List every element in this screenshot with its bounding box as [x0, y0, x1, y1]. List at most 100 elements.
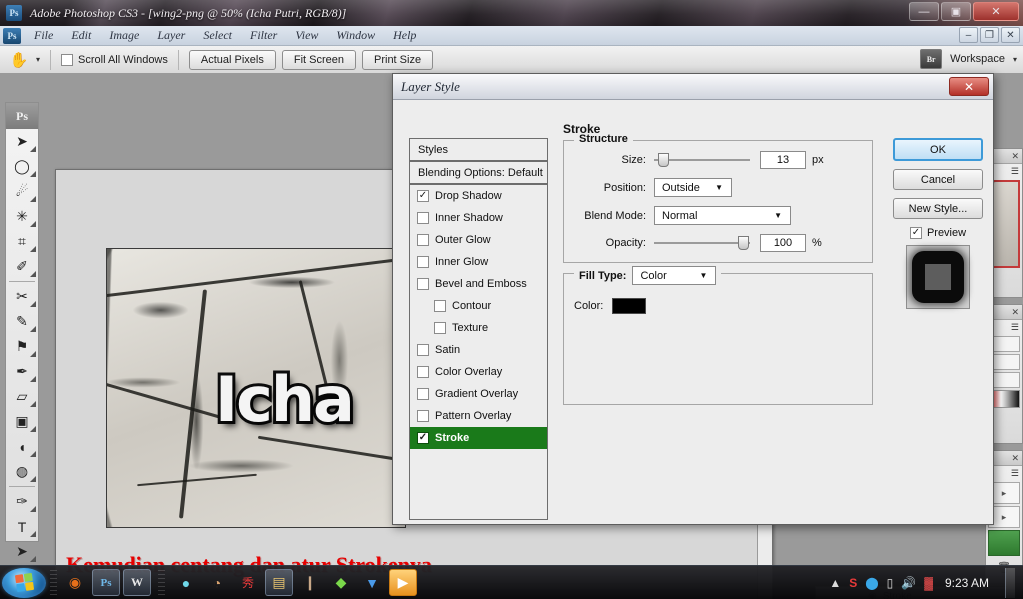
- style-item-satin[interactable]: Satin: [410, 339, 547, 361]
- chevron-down-icon[interactable]: ▼: [774, 211, 782, 220]
- print-size-button[interactable]: Print Size: [362, 49, 434, 70]
- texture-checkbox[interactable]: [434, 321, 446, 334]
- marquee-tool-icon[interactable]: ◯: [6, 154, 38, 179]
- color-overlay-checkbox[interactable]: [417, 365, 429, 378]
- show-hidden-icons-button[interactable]: ▲: [829, 576, 841, 590]
- actual-pixels-button[interactable]: Actual Pixels: [188, 49, 276, 70]
- document-minimize-button[interactable]: –: [959, 27, 978, 43]
- opacity-slider-thumb[interactable]: [738, 236, 749, 250]
- inner-glow-checkbox[interactable]: [417, 255, 429, 268]
- opacity-input[interactable]: 100: [760, 234, 806, 252]
- minimize-button[interactable]: —: [909, 2, 939, 21]
- workspace-label[interactable]: Workspace: [950, 53, 1005, 65]
- messenger-taskbar-icon[interactable]: ◆: [327, 569, 355, 596]
- close-button[interactable]: ✕: [973, 2, 1019, 21]
- menu-item-window[interactable]: Window: [327, 26, 384, 45]
- fit-screen-button[interactable]: Fit Screen: [281, 49, 356, 70]
- layer-selected-thumbnail[interactable]: [988, 530, 1020, 556]
- magic-wand-tool-icon[interactable]: ✳: [6, 204, 38, 229]
- move-tool-icon[interactable]: ➤: [6, 129, 38, 154]
- photoshop-taskbar-icon[interactable]: Ps: [92, 569, 120, 596]
- inner-shadow-checkbox[interactable]: [417, 211, 429, 224]
- document-close-button[interactable]: ✕: [1001, 27, 1020, 43]
- lasso-tool-icon[interactable]: ☄: [6, 179, 38, 204]
- menu-item-image[interactable]: Image: [100, 26, 148, 45]
- crop-tool-icon[interactable]: ⌗: [6, 229, 38, 254]
- outer-glow-checkbox[interactable]: [417, 233, 429, 246]
- dialog-close-button[interactable]: ✕: [949, 77, 989, 96]
- fill-type-select[interactable]: Color ▼: [632, 266, 717, 285]
- new-style-button[interactable]: New Style...: [893, 198, 983, 219]
- position-select[interactable]: Outside ▼: [654, 178, 732, 197]
- cancel-button[interactable]: Cancel: [893, 169, 983, 190]
- xiu-taskbar-icon[interactable]: 秀: [234, 569, 262, 596]
- opacity-slider[interactable]: [654, 236, 750, 250]
- slice-tool-icon[interactable]: ✐: [6, 254, 38, 279]
- gradient-overlay-checkbox[interactable]: [417, 387, 429, 400]
- menu-item-view[interactable]: View: [286, 26, 327, 45]
- shield-taskbar-icon[interactable]: ▼: [358, 569, 386, 596]
- image-canvas[interactable]: Icha: [106, 248, 406, 528]
- document-restore-button[interactable]: ❐: [980, 27, 999, 43]
- brush-tool-icon[interactable]: ✎: [6, 309, 38, 334]
- pointer-taskbar-icon[interactable]: ❙: [296, 569, 324, 596]
- chevron-down-icon[interactable]: ▼: [715, 183, 723, 192]
- stroke-checkbox[interactable]: [417, 431, 429, 444]
- taskbar-clock[interactable]: 9:23 AM: [945, 576, 989, 590]
- style-item-bevel-and-emboss[interactable]: Bevel and Emboss: [410, 273, 547, 295]
- preview-checkbox[interactable]: [909, 227, 922, 239]
- signal-tray-icon[interactable]: ▓: [924, 576, 933, 590]
- clone-stamp-tool-icon[interactable]: ⚑: [6, 334, 38, 359]
- satin-checkbox[interactable]: [417, 343, 429, 356]
- workspace-chevron-down-icon[interactable]: ▾: [1013, 55, 1017, 64]
- antivirus-tray-icon[interactable]: S: [849, 576, 857, 590]
- menu-item-filter[interactable]: Filter: [241, 26, 286, 45]
- menu-item-file[interactable]: File: [25, 26, 62, 45]
- style-item-drop-shadow[interactable]: Drop Shadow: [410, 185, 547, 207]
- stroke-color-swatch[interactable]: [612, 298, 646, 314]
- chevron-down-icon[interactable]: ▾: [36, 55, 40, 64]
- battery-tray-icon[interactable]: ▯: [887, 576, 894, 590]
- pen-tool-icon[interactable]: ✑: [6, 489, 38, 514]
- healing-brush-tool-icon[interactable]: ✂: [6, 284, 38, 309]
- size-slider-thumb[interactable]: [658, 153, 669, 167]
- media-taskbar-icon[interactable]: ●: [172, 569, 200, 596]
- volume-tray-icon[interactable]: 🔊: [901, 576, 916, 590]
- style-item-texture[interactable]: Texture: [410, 317, 547, 339]
- network-tray-icon[interactable]: ⬤: [865, 576, 878, 590]
- maximize-button[interactable]: ▣: [941, 2, 971, 21]
- blend-mode-select[interactable]: Normal ▼: [654, 206, 791, 225]
- menu-item-help[interactable]: Help: [384, 26, 425, 45]
- style-item-pattern-overlay[interactable]: Pattern Overlay: [410, 405, 547, 427]
- folder-taskbar-icon[interactable]: ▤: [265, 569, 293, 596]
- style-item-inner-glow[interactable]: Inner Glow: [410, 251, 547, 273]
- blending-options-item[interactable]: Blending Options: Default: [410, 162, 547, 184]
- firefox-icon[interactable]: ◉: [61, 569, 89, 596]
- styles-list-header[interactable]: Styles: [410, 139, 547, 161]
- menu-item-layer[interactable]: Layer: [148, 26, 194, 45]
- menu-item-edit[interactable]: Edit: [62, 26, 100, 45]
- show-desktop-button[interactable]: [1005, 567, 1015, 598]
- scroll-all-windows-checkbox[interactable]: [61, 53, 74, 66]
- type-tool-icon[interactable]: T: [6, 514, 38, 539]
- bevel-emboss-checkbox[interactable]: [417, 277, 429, 290]
- player-taskbar-icon[interactable]: ▶: [389, 569, 417, 596]
- style-item-color-overlay[interactable]: Color Overlay: [410, 361, 547, 383]
- menu-item-select[interactable]: Select: [194, 26, 241, 45]
- scroll-all-windows-option[interactable]: Scroll All Windows: [61, 53, 168, 66]
- ok-button[interactable]: OK: [893, 138, 983, 161]
- style-item-contour[interactable]: Contour: [410, 295, 547, 317]
- contour-checkbox[interactable]: [434, 299, 446, 312]
- style-item-inner-shadow[interactable]: Inner Shadow: [410, 207, 547, 229]
- word-taskbar-icon[interactable]: W: [123, 569, 151, 596]
- start-button[interactable]: [2, 567, 46, 598]
- clock-app-taskbar-icon[interactable]: ◔: [203, 569, 231, 596]
- dodge-tool-icon[interactable]: ◍: [6, 459, 38, 484]
- size-slider[interactable]: [654, 153, 750, 167]
- blur-tool-icon[interactable]: ◖: [6, 434, 38, 459]
- style-item-gradient-overlay[interactable]: Gradient Overlay: [410, 383, 547, 405]
- pattern-overlay-checkbox[interactable]: [417, 409, 429, 422]
- history-brush-tool-icon[interactable]: ✒: [6, 359, 38, 384]
- chevron-down-icon[interactable]: ▼: [700, 271, 708, 280]
- style-item-outer-glow[interactable]: Outer Glow: [410, 229, 547, 251]
